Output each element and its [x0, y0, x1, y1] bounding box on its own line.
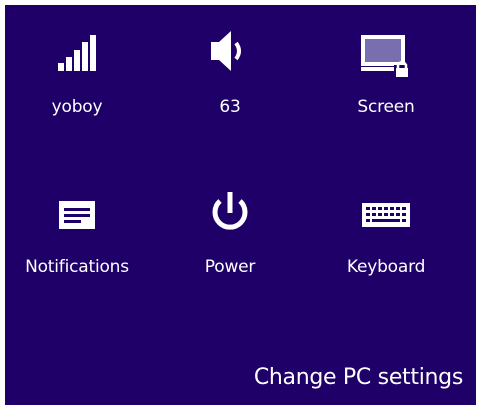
- settings-panel: yoboy 63 Screen Notifications Power Keyb…: [5, 5, 476, 405]
- screen-lock-icon: [326, 25, 446, 77]
- keyboard-icon: [326, 185, 446, 229]
- wifi-signal-icon: [17, 25, 137, 73]
- volume-tile[interactable]: 63: [170, 25, 290, 125]
- power-label: Power: [204, 257, 256, 277]
- keyboard-label: Keyboard: [346, 257, 426, 277]
- screen-label: Screen: [357, 97, 415, 117]
- network-label: yoboy: [51, 97, 103, 117]
- speaker-volume-icon: [170, 25, 290, 73]
- notifications-label: Notifications: [25, 257, 129, 277]
- notifications-tile[interactable]: Notifications: [17, 185, 137, 285]
- keyboard-tile[interactable]: Keyboard: [326, 185, 446, 285]
- change-pc-settings-link[interactable]: Change PC settings: [254, 365, 463, 390]
- power-tile[interactable]: Power: [170, 185, 290, 285]
- screen-tile[interactable]: Screen: [326, 25, 446, 125]
- notifications-icon: [17, 185, 137, 231]
- volume-label: 63: [219, 97, 241, 117]
- power-icon: [170, 185, 290, 237]
- network-tile[interactable]: yoboy: [17, 25, 137, 125]
